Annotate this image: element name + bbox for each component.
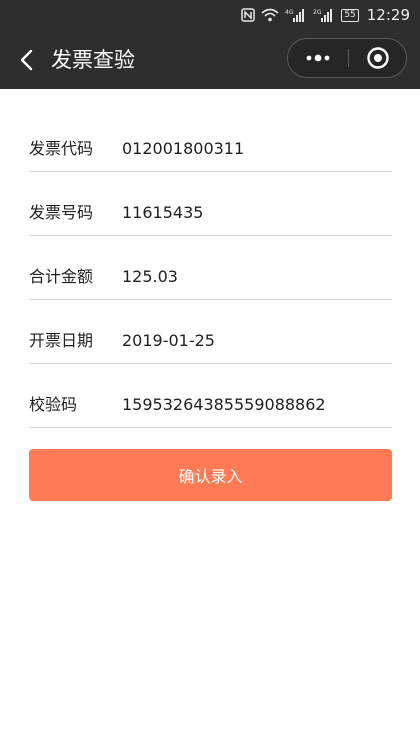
invoice-number-value: 11615435	[122, 203, 204, 222]
signal-4g-icon: 4G	[285, 7, 307, 23]
invoice-code-label: 发票代码	[29, 139, 94, 158]
network-2g-label: 2G	[313, 9, 322, 16]
invoice-code-value: 012001800311	[122, 139, 245, 158]
invoice-form: 发票代码 012001800311 发票号码 11615435 合计金额 125…	[29, 116, 392, 428]
close-mini-program-button[interactable]	[349, 39, 406, 77]
invoice-code-row: 发票代码 012001800311	[29, 116, 392, 172]
network-4g-label: 4G	[285, 9, 294, 16]
invoice-number-label: 发票号码	[29, 203, 94, 222]
confirm-entry-button[interactable]: 确认录入	[29, 449, 392, 501]
issue-date-value: 2019-01-25	[122, 331, 215, 350]
battery-indicator: 55	[341, 8, 359, 22]
nav-bar: 发票查验	[0, 30, 420, 89]
status-icons: 4G 2G 55 12:29	[241, 0, 410, 30]
page-title: 发票查验	[51, 48, 135, 72]
check-code-row: 校验码 15953264385559088862	[29, 364, 392, 428]
invoice-number-row: 发票号码 11615435	[29, 172, 392, 236]
status-bar: 4G 2G 55 12:29	[0, 0, 420, 30]
target-circle-icon	[366, 47, 389, 69]
total-amount-row: 合计金额 125.03	[29, 236, 392, 300]
back-button[interactable]	[14, 46, 38, 74]
check-code-value: 15953264385559088862	[122, 395, 326, 414]
more-button[interactable]	[288, 39, 347, 77]
issue-date-label: 开票日期	[29, 331, 94, 350]
issue-date-row: 开票日期 2019-01-25	[29, 300, 392, 364]
mini-program-capsule	[287, 38, 407, 78]
total-amount-value: 125.03	[122, 267, 178, 286]
total-amount-label: 合计金额	[29, 267, 94, 286]
chevron-left-icon	[20, 49, 33, 71]
check-code-label: 校验码	[29, 395, 78, 414]
status-time: 12:29	[366, 6, 410, 24]
nfc-icon	[241, 7, 256, 23]
wifi-icon	[261, 7, 279, 23]
more-dots-icon	[306, 54, 329, 62]
signal-2g-icon: 2G	[313, 7, 335, 23]
